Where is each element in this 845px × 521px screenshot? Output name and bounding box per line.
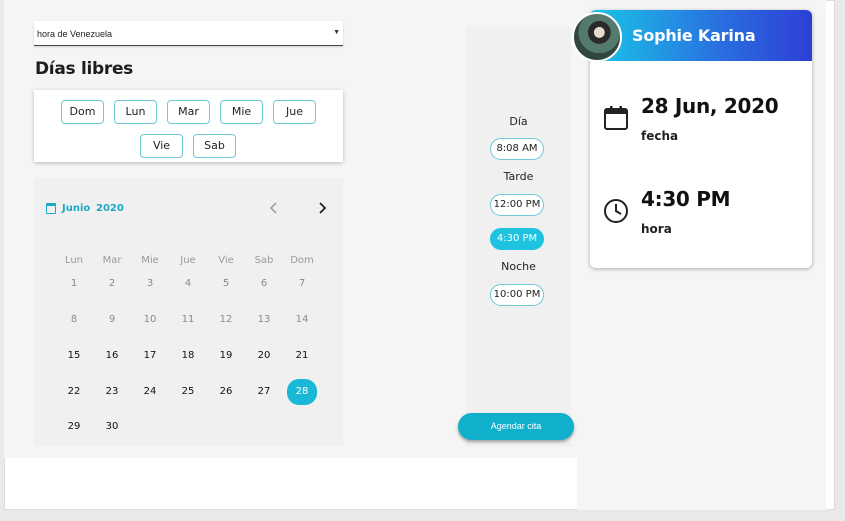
calendar-day: 1 bbox=[70, 278, 78, 289]
calendar-day[interactable]: 27 bbox=[249, 380, 279, 404]
day-chip-mar[interactable]: Mar bbox=[167, 100, 210, 124]
calendar-day[interactable]: 16 bbox=[97, 344, 127, 368]
free-days-card: Dom Lun Mar Mie Jue Vie Sab bbox=[34, 90, 343, 162]
calendar-day-selected[interactable]: 28 bbox=[287, 379, 317, 405]
calendar-day[interactable]: 25 bbox=[173, 380, 203, 404]
time-slot[interactable]: 8:08 AM bbox=[490, 138, 544, 160]
calendar-day: 12 bbox=[219, 314, 233, 325]
calendar-day[interactable]: 17 bbox=[135, 344, 165, 368]
calendar-day[interactable]: 21 bbox=[287, 344, 317, 368]
summary-date: 28 Jun, 2020 bbox=[641, 94, 779, 118]
calendar-year[interactable]: 2020 bbox=[96, 203, 124, 214]
day-chip-vie[interactable]: Vie bbox=[140, 134, 183, 158]
time-slot[interactable]: 12:00 PM bbox=[490, 194, 544, 216]
calendar-month[interactable]: Junio bbox=[62, 203, 90, 214]
calendar-day: 5 bbox=[222, 278, 230, 289]
free-days-title: Días libres bbox=[35, 59, 134, 79]
calendar-icon bbox=[46, 203, 56, 214]
timezone-value: hora de Venezuela bbox=[37, 29, 113, 39]
calendar-day[interactable]: 23 bbox=[97, 380, 127, 404]
calendar: Junio 2020 Lun Mar Mie Jue Vie Sab Dom 1… bbox=[34, 178, 343, 446]
event-icon bbox=[602, 104, 630, 132]
period-label-tarde: Tarde bbox=[503, 170, 534, 183]
time-slot[interactable]: 10:00 PM bbox=[490, 284, 544, 306]
calendar-day[interactable]: 26 bbox=[211, 380, 241, 404]
summary-time-label: hora bbox=[641, 222, 672, 236]
calendar-day: 9 bbox=[108, 314, 116, 325]
summary-time: 4:30 PM bbox=[641, 187, 731, 211]
calendar-day: 2 bbox=[108, 278, 116, 289]
dropdown-arrow-icon: ▼ bbox=[333, 29, 340, 36]
side-strip bbox=[577, 458, 826, 510]
calendar-day: 10 bbox=[143, 314, 157, 325]
weekday-label: Mar bbox=[102, 255, 122, 266]
day-chip-mie[interactable]: Mie bbox=[220, 100, 263, 124]
weekday-label: Mie bbox=[141, 255, 159, 266]
appointment-summary-card bbox=[590, 10, 812, 268]
avatar bbox=[572, 12, 622, 62]
calendar-day[interactable]: 19 bbox=[211, 344, 241, 368]
calendar-day: 4 bbox=[184, 278, 192, 289]
calendar-day[interactable]: 20 bbox=[249, 344, 279, 368]
clock-icon bbox=[602, 197, 630, 225]
weekday-label: Sab bbox=[254, 255, 274, 266]
calendar-day: 14 bbox=[295, 314, 309, 325]
weekday-label: Dom bbox=[290, 255, 314, 266]
weekday-label: Jue bbox=[180, 255, 196, 266]
calendar-day[interactable]: 24 bbox=[135, 380, 165, 404]
weekday-label: Vie bbox=[218, 255, 234, 266]
calendar-day: 11 bbox=[181, 314, 195, 325]
calendar-day[interactable]: 30 bbox=[97, 415, 127, 439]
calendar-day[interactable]: 15 bbox=[59, 344, 89, 368]
weekday-label: Lun bbox=[64, 255, 84, 266]
period-label-dia: Día bbox=[509, 115, 528, 128]
person-name: Sophie Karina bbox=[632, 26, 756, 45]
day-chip-lun[interactable]: Lun bbox=[114, 100, 157, 124]
period-label-noche: Noche bbox=[501, 260, 536, 273]
chevron-right-icon[interactable] bbox=[312, 198, 332, 218]
time-slot-selected[interactable]: 4:30 PM bbox=[490, 228, 544, 250]
schedule-appointment-button[interactable]: Agendar cita bbox=[458, 413, 574, 440]
calendar-day[interactable]: 22 bbox=[59, 380, 89, 404]
calendar-day: 8 bbox=[70, 314, 78, 325]
calendar-day: 6 bbox=[260, 278, 268, 289]
day-chip-sab[interactable]: Sab bbox=[193, 134, 236, 158]
calendar-day[interactable]: 29 bbox=[59, 415, 89, 439]
day-chip-jue[interactable]: Jue bbox=[273, 100, 316, 124]
summary-date-label: fecha bbox=[641, 129, 679, 143]
chevron-left-icon[interactable] bbox=[264, 198, 284, 218]
calendar-day[interactable]: 18 bbox=[173, 344, 203, 368]
day-chip-dom[interactable]: Dom bbox=[61, 100, 104, 124]
calendar-day: 13 bbox=[257, 314, 271, 325]
calendar-day: 3 bbox=[146, 278, 154, 289]
timezone-select[interactable]: hora de Venezuela ▼ bbox=[34, 21, 343, 46]
calendar-day: 7 bbox=[298, 278, 306, 289]
time-slots-panel: Día 8:08 AM Tarde 12:00 PM 4:30 PM Noche… bbox=[466, 27, 571, 447]
